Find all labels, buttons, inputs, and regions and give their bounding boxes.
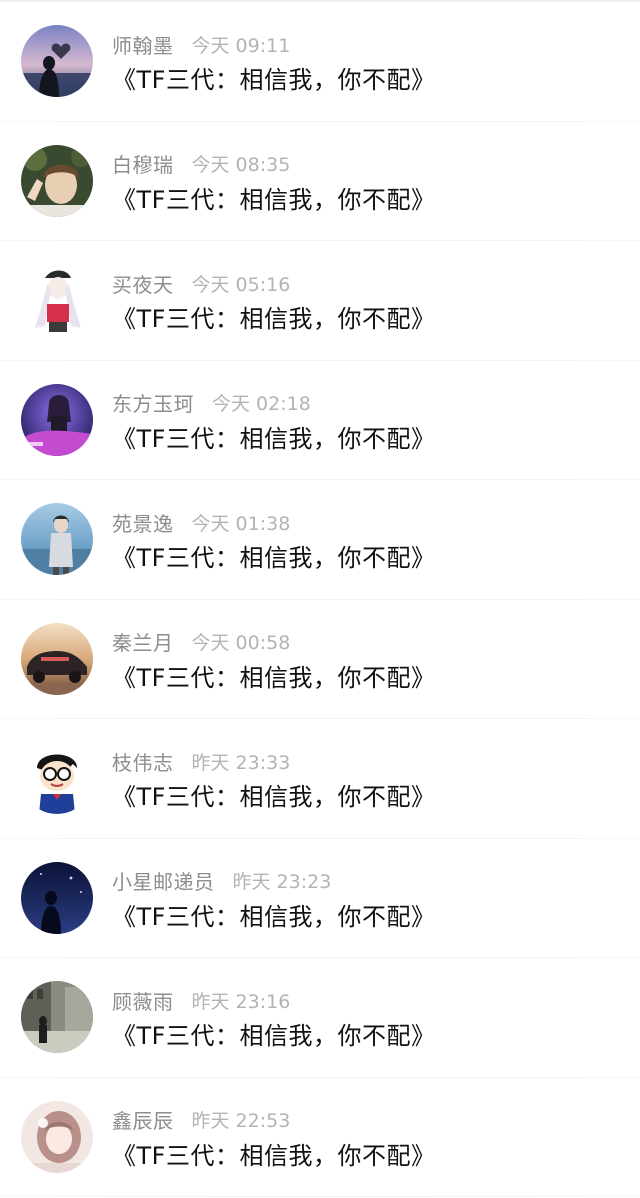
avatar-monochrome-street-icon (21, 981, 93, 1053)
comment-text: 《TF三代：相信我，你不配》 (112, 902, 436, 931)
timestamp: 今天 02:18 (212, 393, 311, 415)
comment-text: 《TF三代：相信我，你不配》 (112, 66, 436, 94)
comment-meta: 小星邮递员 昨天 23:23 (112, 867, 331, 895)
avatar[interactable] (21, 264, 93, 336)
comment-meta: 苑景逸 今天 01:38 (112, 508, 290, 536)
comment-text: 《TF三代：相信我，你不配》 (112, 1022, 436, 1050)
username[interactable]: 鑫辰辰 (112, 1105, 174, 1134)
avatar-neon-car-icon (21, 383, 93, 456)
username[interactable]: 秦兰月 (112, 627, 174, 656)
username[interactable]: 师翰墨 (112, 30, 174, 59)
comment-text: 《TF三代：相信我，你不配》 (112, 1141, 436, 1170)
username[interactable]: 东方玉珂 (112, 388, 194, 417)
comment-text: 《TF三代：相信我，你不配》 (112, 424, 436, 453)
comment-item[interactable]: 枝伟志 昨天 23:33 《TF三代：相信我，你不配》 (0, 719, 640, 839)
username[interactable]: 买夜天 (112, 269, 174, 298)
comment-meta: 枝伟志 昨天 23:33 (112, 747, 290, 775)
comment-item[interactable]: 鑫辰辰 昨天 22:53 《TF三代：相信我，你不配》 (0, 1078, 640, 1198)
timestamp: 昨天 23:16 (191, 990, 291, 1013)
avatar[interactable] (21, 144, 93, 217)
comment-item[interactable]: 白穆瑞 今天 08:35 《TF三代：相信我，你不配》 (0, 122, 640, 242)
avatar[interactable] (21, 981, 93, 1053)
username[interactable]: 顾薇雨 (112, 986, 174, 1015)
avatar[interactable] (21, 1100, 93, 1173)
comment-meta: 秦兰月 今天 00:58 (112, 628, 290, 656)
timestamp: 今天 01:38 (191, 512, 291, 535)
avatar-night-silhouette-icon (21, 861, 93, 934)
comment-item[interactable]: 秦兰月 今天 00:58 《TF三代：相信我，你不配》 (0, 600, 640, 720)
comment-meta: 顾薇雨 昨天 23:16 (112, 986, 290, 1014)
comment-meta: 师翰墨 今天 09:11 (112, 30, 290, 58)
timestamp: 昨天 23:23 (232, 871, 332, 893)
timestamp: 昨天 23:33 (191, 751, 291, 774)
comment-item[interactable]: 苑景逸 今天 01:38 《TF三代：相信我，你不配》 (0, 480, 640, 600)
comment-text: 《TF三代：相信我，你不配》 (112, 783, 436, 811)
comment-text: 《TF三代：相信我，你不配》 (112, 185, 436, 214)
username[interactable]: 枝伟志 (112, 747, 174, 776)
timestamp: 今天 05:16 (191, 273, 291, 296)
avatar-cartoon-boy-glasses-icon (21, 742, 93, 814)
comment-list: 师翰墨 今天 09:11 《TF三代：相信我，你不配》 白穆瑞 今天 08:35… (0, 2, 640, 1197)
comment-meta: 鑫辰辰 昨天 22:53 (112, 1106, 290, 1134)
timestamp: 今天 09:11 (191, 34, 291, 57)
avatar-boy-selfie-icon (21, 144, 93, 217)
comment-item[interactable]: 东方玉珂 今天 02:18 《TF三代：相信我，你不配》 (0, 361, 640, 481)
comment-item[interactable]: 买夜天 今天 05:16 《TF三代：相信我，你不配》 (0, 241, 640, 361)
avatar[interactable] (21, 503, 93, 575)
avatar-soft-girl-icon (21, 1100, 93, 1173)
username[interactable]: 白穆瑞 (112, 149, 174, 178)
avatar[interactable] (21, 742, 93, 814)
avatar-vintage-car-icon (21, 622, 93, 695)
avatar-anime-girl-icon (21, 264, 93, 336)
timestamp: 昨天 22:53 (191, 1110, 291, 1132)
avatar[interactable] (21, 861, 93, 934)
avatar[interactable] (21, 622, 93, 695)
avatar[interactable] (21, 25, 93, 97)
comment-item[interactable]: 顾薇雨 昨天 23:16 《TF三代：相信我，你不配》 (0, 958, 640, 1078)
timestamp: 今天 08:35 (191, 154, 291, 176)
username[interactable]: 苑景逸 (112, 508, 174, 537)
comment-item[interactable]: 小星邮递员 昨天 23:23 《TF三代：相信我，你不配》 (0, 839, 640, 959)
comment-text: 《TF三代：相信我，你不配》 (112, 544, 436, 572)
comment-text: 《TF三代：相信我，你不配》 (112, 663, 436, 692)
avatar[interactable] (21, 383, 93, 456)
comment-meta: 买夜天 今天 05:16 (112, 269, 290, 297)
comment-meta: 东方玉珂 今天 02:18 (112, 389, 311, 417)
avatar-seaside-person-icon (21, 503, 93, 575)
comment-item[interactable]: 师翰墨 今天 09:11 《TF三代：相信我，你不配》 (0, 2, 640, 122)
comment-meta: 白穆瑞 今天 08:35 (112, 150, 290, 178)
comment-text: 《TF三代：相信我，你不配》 (112, 305, 436, 333)
avatar-sunset-heart-icon (21, 25, 93, 97)
username[interactable]: 小星邮递员 (112, 866, 215, 895)
timestamp: 今天 00:58 (191, 632, 291, 654)
